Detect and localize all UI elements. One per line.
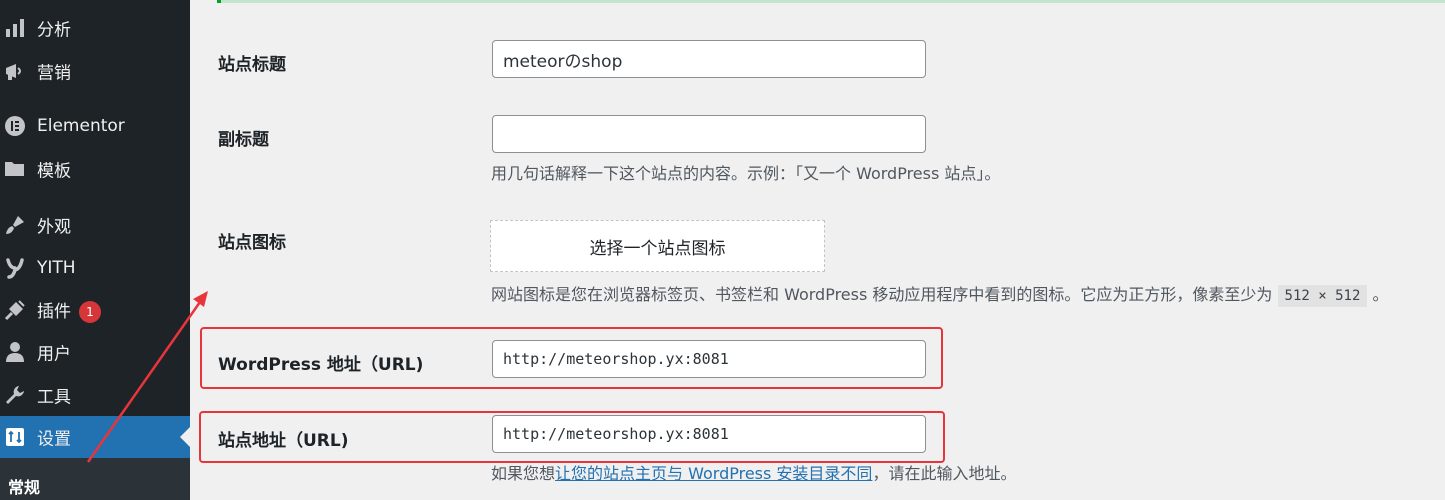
sidebar-item-label: 用户 xyxy=(37,344,71,365)
elementor-icon xyxy=(3,114,27,138)
sidebar-item-tools[interactable]: 工具 xyxy=(0,374,190,416)
user-icon xyxy=(3,340,27,364)
submenu-item-general[interactable]: 常规 xyxy=(8,474,40,498)
highlight-box-wordpress-url xyxy=(200,327,943,389)
bar-chart-icon xyxy=(3,16,27,40)
sidebar-item-label: 插件 1 xyxy=(37,297,101,323)
tagline-description: 用几句话解释一下这个站点的内容。示例：「又一个 WordPress 站点」。 xyxy=(491,164,1001,183)
plugin-icon xyxy=(3,298,27,322)
site-icon-description: 网站图标是您在浏览器标签页、书签栏和 WordPress 移动应用程序中看到的图… xyxy=(491,281,1388,307)
choose-site-icon-button[interactable]: 选择一个站点图标 xyxy=(490,220,825,272)
sidebar-item-users[interactable]: 用户 xyxy=(0,331,190,373)
sidebar-item-label: 工具 xyxy=(37,387,71,408)
settings-icon xyxy=(3,425,27,449)
update-count-badge: 1 xyxy=(79,301,101,323)
sidebar-item-label: YITH xyxy=(37,258,76,278)
sidebar-item-yith[interactable]: YITH xyxy=(0,247,190,289)
sidebar-item-settings[interactable]: 设置 xyxy=(0,416,190,458)
sidebar-item-appearance[interactable]: 外观 xyxy=(0,204,190,246)
sidebar-item-label: 设置 xyxy=(37,429,71,450)
admin-sidebar: 分析 营销 Elementor 模板 外观 YITH 插件 1 用户 工具 设置… xyxy=(0,0,190,500)
sidebar-item-label: Elementor xyxy=(37,116,125,136)
tagline-input[interactable] xyxy=(492,115,926,153)
wrench-icon xyxy=(3,383,27,407)
sidebar-item-elementor[interactable]: Elementor xyxy=(0,105,190,147)
sidebar-item-analytics[interactable]: 分析 xyxy=(0,7,190,49)
icon-size-code: 512 × 512 xyxy=(1277,285,1368,307)
yith-icon xyxy=(3,256,27,280)
sidebar-item-marketing[interactable]: 营销 xyxy=(0,50,190,92)
sidebar-item-label: 外观 xyxy=(37,217,71,238)
megaphone-icon xyxy=(3,59,27,83)
sidebar-item-label: 模板 xyxy=(37,161,71,182)
notice-border xyxy=(217,0,1445,3)
site-title-input[interactable] xyxy=(492,40,926,78)
site-url-description: 如果您想让您的站点主页与 WordPress 安装目录不同，请在此输入地址。 xyxy=(491,464,1017,483)
folder-icon xyxy=(3,157,27,181)
sidebar-item-plugins[interactable]: 插件 1 xyxy=(0,289,190,331)
install-directory-help-link[interactable]: 让您的站点主页与 WordPress 安装目录不同 xyxy=(555,464,872,483)
highlight-box-site-url xyxy=(199,411,945,463)
sidebar-item-label: 营销 xyxy=(37,63,71,84)
tagline-label: 副标题 xyxy=(218,130,269,150)
sidebar-item-templates[interactable]: 模板 xyxy=(0,148,190,190)
sidebar-item-label: 分析 xyxy=(37,20,71,41)
site-title-label: 站点标题 xyxy=(218,55,286,75)
site-icon-label: 站点图标 xyxy=(218,233,286,253)
paintbrush-icon xyxy=(3,213,27,237)
